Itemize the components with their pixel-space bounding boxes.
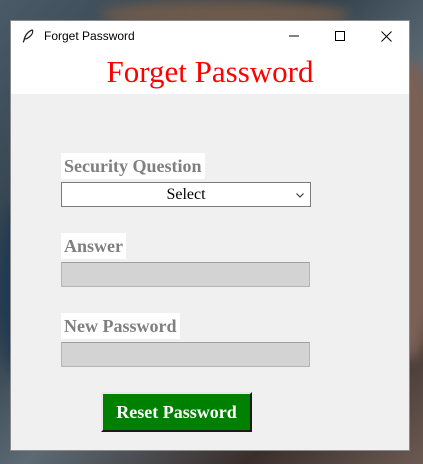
window-controls (271, 21, 409, 51)
feather-icon (21, 29, 35, 43)
security-question-select[interactable]: Select (61, 182, 311, 207)
answer-label: Answer (61, 233, 126, 259)
maximize-icon (335, 31, 345, 41)
window-title: Forget Password (44, 29, 135, 43)
new-password-label: New Password (61, 313, 180, 339)
security-question-selected-value: Select (166, 185, 206, 203)
close-button[interactable] (363, 21, 409, 51)
reset-password-button[interactable]: Reset Password (101, 392, 252, 432)
answer-field[interactable] (61, 262, 310, 287)
minimize-icon (289, 35, 299, 37)
minimize-button[interactable] (271, 21, 317, 51)
security-question-label: Security Question (61, 153, 205, 179)
page-title: Forget Password (106, 54, 314, 89)
close-icon (380, 30, 392, 42)
chevron-down-icon (296, 193, 304, 198)
title-bar[interactable]: Forget Password (11, 21, 409, 51)
new-password-field[interactable] (61, 342, 310, 367)
maximize-button[interactable] (317, 21, 363, 51)
header-band: Forget Password (11, 51, 409, 94)
forget-password-window: Forget Password Forget Password Security… (10, 20, 410, 451)
